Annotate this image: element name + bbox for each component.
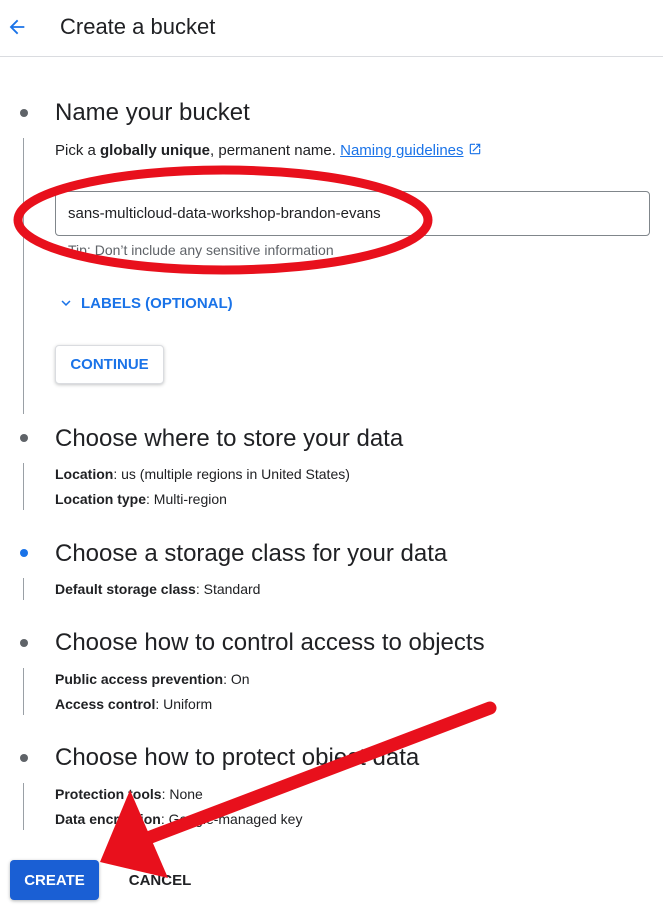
access-control-detail: Access control: Uniform (55, 696, 213, 712)
step-title-location[interactable]: Choose where to store your data (55, 425, 403, 453)
protection-tools-detail: Protection tools: None (55, 786, 203, 802)
step-title-access[interactable]: Choose how to control access to objects (55, 629, 485, 657)
labels-toggle-label: LABELS (OPTIONAL) (81, 294, 233, 312)
step-marker-storage-class (20, 549, 28, 557)
chevron-down-icon (61, 300, 71, 306)
step-title-protection[interactable]: Choose how to protect object data (55, 744, 419, 772)
step-connector (23, 138, 24, 414)
labels-toggle[interactable]: LABELS (OPTIONAL) (57, 294, 233, 312)
location-detail: Location: us (multiple regions in United… (55, 466, 350, 482)
arrow-back-icon (9, 19, 25, 35)
page-title: Create a bucket (60, 14, 216, 39)
data-encryption-detail: Data encryption: Google-managed key (55, 811, 303, 827)
step-marker-location (20, 434, 28, 442)
continue-button[interactable]: CONTINUE (55, 345, 164, 384)
step-marker-protection (20, 754, 28, 762)
public-access-detail: Public access prevention: On (55, 671, 250, 687)
bucket-name-tip: Tip: Don’t include any sensitive informa… (68, 242, 334, 258)
open-in-new-icon[interactable] (468, 142, 482, 156)
step-marker-name (20, 109, 28, 117)
naming-guidelines-link[interactable]: Naming guidelines (340, 142, 463, 159)
annotation-overlay (13, 165, 497, 878)
location-type-detail: Location type: Multi-region (55, 491, 227, 507)
step-title-storage-class[interactable]: Choose a storage class for your data (55, 540, 447, 568)
bucket-name-input[interactable] (55, 191, 650, 236)
create-button[interactable]: CREATE (10, 860, 99, 900)
name-help-text: Pick a globally unique, permanent name. … (55, 142, 482, 159)
storage-class-detail: Default storage class: Standard (55, 581, 261, 597)
top-bar: Create a bucket (0, 0, 663, 57)
step-title-name: Name your bucket (55, 99, 250, 126)
step-marker-access (20, 639, 28, 647)
back-button[interactable] (0, 10, 34, 44)
cancel-button[interactable]: CANCEL (115, 860, 205, 900)
step-connector (23, 578, 24, 600)
step-connector (23, 783, 24, 830)
step-connector (23, 463, 24, 510)
step-connector (23, 668, 24, 715)
